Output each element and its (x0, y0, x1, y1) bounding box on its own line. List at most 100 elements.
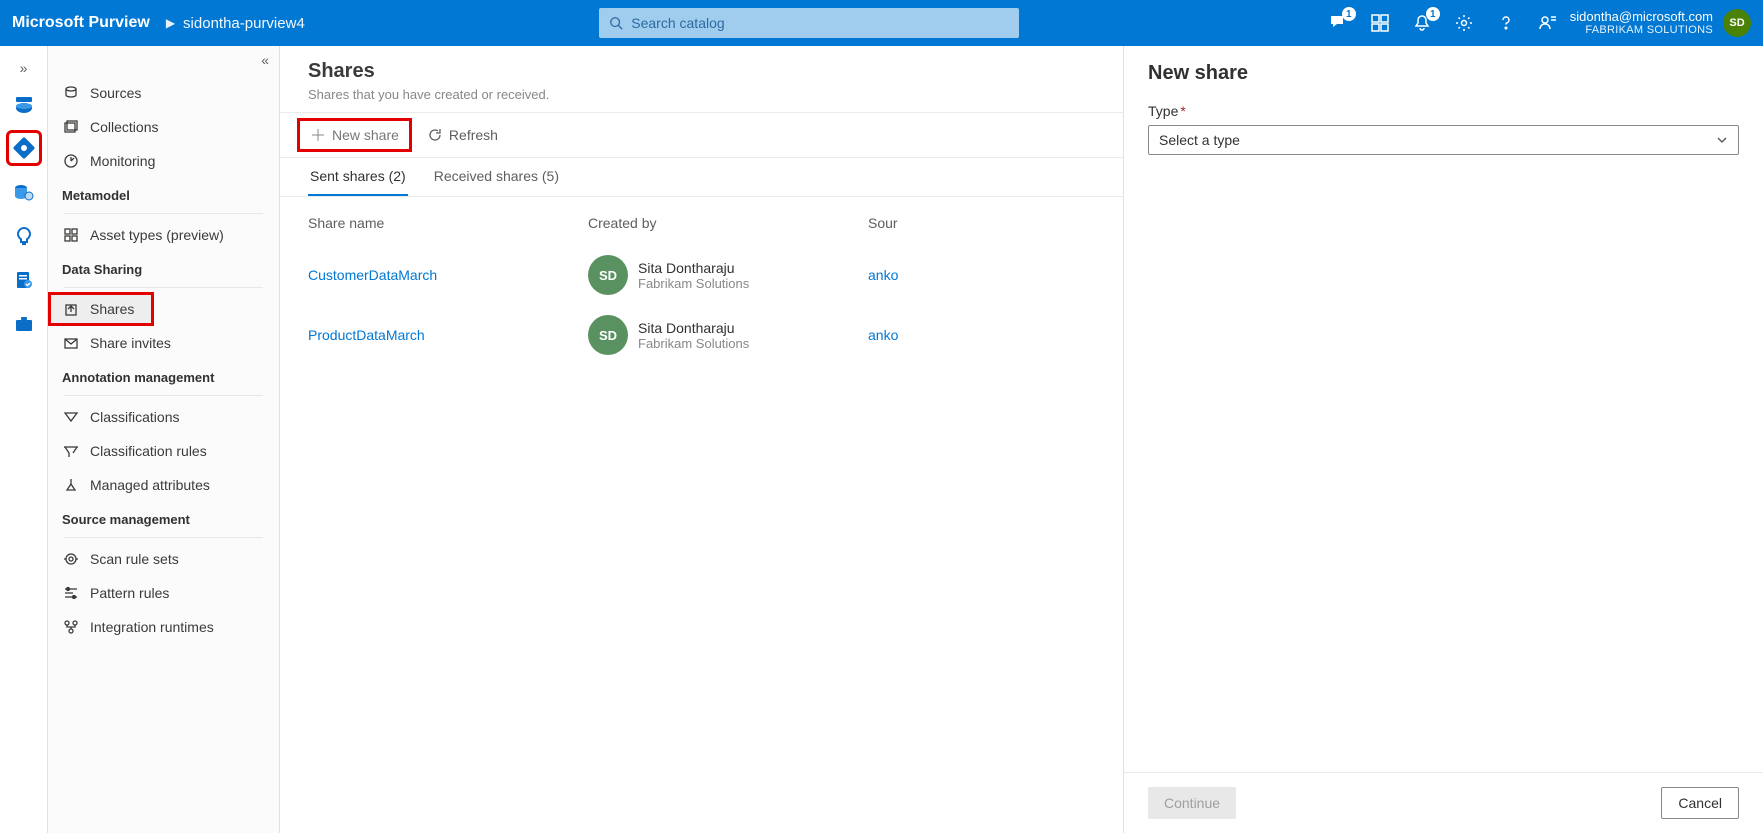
panel-title: New share (1148, 62, 1739, 85)
col-created-by[interactable]: Created by (588, 215, 868, 231)
chevron-down-icon (1716, 134, 1728, 146)
plus-icon (310, 127, 326, 143)
sidebar-group-metamodel: Metamodel (48, 178, 279, 209)
sidebar-item-pattern-rules[interactable]: Pattern rules (48, 576, 279, 610)
sidebar-item-label: Managed attributes (90, 477, 210, 493)
notifications-badge: 1 (1426, 7, 1440, 21)
rail-data-catalog-icon[interactable] (8, 88, 40, 120)
divider (64, 395, 263, 396)
type-select[interactable]: Select a type (1148, 125, 1739, 155)
sidebar-item-label: Monitoring (90, 153, 155, 169)
divider (64, 213, 263, 214)
source-link[interactable]: anko (868, 267, 898, 283)
classification-rules-icon (62, 442, 80, 460)
sidebar-item-label: Share invites (90, 335, 171, 351)
product-name[interactable]: Microsoft Purview (12, 14, 150, 32)
sidebar-item-label: Classification rules (90, 443, 207, 459)
rail-policy-icon[interactable] (8, 264, 40, 296)
share-invites-icon (62, 334, 80, 352)
rail-data-estate-icon[interactable] (8, 176, 40, 208)
divider (64, 537, 263, 538)
creator-org: Fabrikam Solutions (638, 276, 749, 291)
creator-name: Sita Dontharaju (638, 320, 749, 336)
sidebar-collapse-icon[interactable]: « (261, 52, 269, 68)
feedback-icon[interactable]: 1 (1326, 11, 1350, 35)
sidebar-item-label: Asset types (preview) (90, 227, 224, 243)
tab-received-shares[interactable]: Received shares (5) (432, 158, 561, 196)
app-header: Microsoft Purview ▶ sidontha-purview4 Se… (0, 0, 1763, 46)
directory-icon[interactable] (1368, 11, 1392, 35)
sidebar: « Sources Collections Monitoring Metamod… (48, 46, 280, 833)
feedback-badge: 1 (1342, 7, 1356, 21)
workspace-name[interactable]: sidontha-purview4 (183, 15, 305, 32)
integration-runtimes-icon (62, 618, 80, 636)
table-row: CustomerDataMarch SD Sita Dontharaju Fab… (280, 245, 1123, 305)
table-header: Share name Created by Sour (280, 197, 1123, 245)
sidebar-item-label: Sources (90, 85, 141, 101)
sidebar-item-label: Scan rule sets (90, 551, 179, 567)
breadcrumb-chevron-icon: ▶ (166, 16, 175, 30)
rail-data-map-icon[interactable] (8, 132, 40, 164)
sidebar-item-integration-runtimes[interactable]: Integration runtimes (48, 610, 279, 644)
new-share-label: New share (332, 127, 399, 143)
sidebar-item-label: Pattern rules (90, 585, 169, 601)
cancel-button[interactable]: Cancel (1661, 787, 1739, 819)
help-icon[interactable] (1494, 11, 1518, 35)
tabs: Sent shares (2) Received shares (5) (280, 158, 1123, 197)
sidebar-item-sources[interactable]: Sources (48, 76, 279, 110)
creator-org: Fabrikam Solutions (638, 336, 749, 351)
toolbar: New share Refresh (280, 112, 1123, 158)
sidebar-group-source-mgmt: Source management (48, 502, 279, 533)
support-icon[interactable] (1536, 11, 1560, 35)
scan-rule-sets-icon (62, 550, 80, 568)
page-subtitle: Shares that you have created or received… (308, 87, 1095, 102)
rail-expand-icon[interactable]: » (0, 54, 47, 82)
refresh-icon (427, 127, 443, 143)
left-rail: » (0, 46, 48, 833)
avatar[interactable]: SD (1723, 9, 1751, 37)
rail-insights-icon[interactable] (8, 220, 40, 252)
type-field-label: Type* (1148, 103, 1739, 119)
col-share-name[interactable]: Share name (308, 215, 588, 231)
new-share-button[interactable]: New share (300, 121, 409, 149)
sidebar-item-share-invites[interactable]: Share invites (48, 326, 279, 360)
sidebar-item-shares[interactable]: Shares (48, 292, 154, 326)
table-row: ProductDataMarch SD Sita Dontharaju Fabr… (280, 305, 1123, 365)
search-placeholder: Search catalog (631, 15, 724, 31)
main-content: Shares Shares that you have created or r… (280, 46, 1123, 833)
notifications-icon[interactable]: 1 (1410, 11, 1434, 35)
refresh-button[interactable]: Refresh (419, 123, 506, 147)
new-share-panel: New share Type* Select a type Continue C… (1123, 46, 1763, 833)
sidebar-item-collections[interactable]: Collections (48, 110, 279, 144)
share-name-link[interactable]: ProductDataMarch (308, 327, 425, 343)
rail-management-icon[interactable] (8, 308, 40, 340)
sidebar-item-classification-rules[interactable]: Classification rules (48, 434, 279, 468)
asset-types-icon (62, 226, 80, 244)
pattern-rules-icon (62, 584, 80, 602)
share-name-link[interactable]: CustomerDataMarch (308, 267, 437, 283)
sidebar-item-scan-rule-sets[interactable]: Scan rule sets (48, 542, 279, 576)
account-info[interactable]: sidontha@microsoft.com FABRIKAM SOLUTION… (1570, 9, 1713, 38)
search-icon (609, 16, 623, 30)
page-title: Shares (308, 60, 1095, 83)
shares-icon (62, 300, 80, 318)
sidebar-item-classifications[interactable]: Classifications (48, 400, 279, 434)
collections-icon (62, 118, 80, 136)
sources-icon (62, 84, 80, 102)
source-link[interactable]: anko (868, 327, 898, 343)
sidebar-item-managed-attributes[interactable]: Managed attributes (48, 468, 279, 502)
settings-icon[interactable] (1452, 11, 1476, 35)
creator-avatar: SD (588, 315, 628, 355)
type-select-placeholder: Select a type (1159, 132, 1240, 148)
classifications-icon (62, 408, 80, 426)
sidebar-item-monitoring[interactable]: Monitoring (48, 144, 279, 178)
account-email: sidontha@microsoft.com (1570, 9, 1713, 25)
sidebar-item-asset-types[interactable]: Asset types (preview) (48, 218, 279, 252)
divider (64, 287, 263, 288)
sidebar-group-annotation: Annotation management (48, 360, 279, 391)
col-source[interactable]: Sour (868, 215, 1095, 231)
search-input[interactable]: Search catalog (599, 8, 1019, 38)
sidebar-item-label: Shares (90, 301, 134, 317)
tab-sent-shares[interactable]: Sent shares (2) (308, 158, 408, 196)
continue-button[interactable]: Continue (1148, 787, 1236, 819)
